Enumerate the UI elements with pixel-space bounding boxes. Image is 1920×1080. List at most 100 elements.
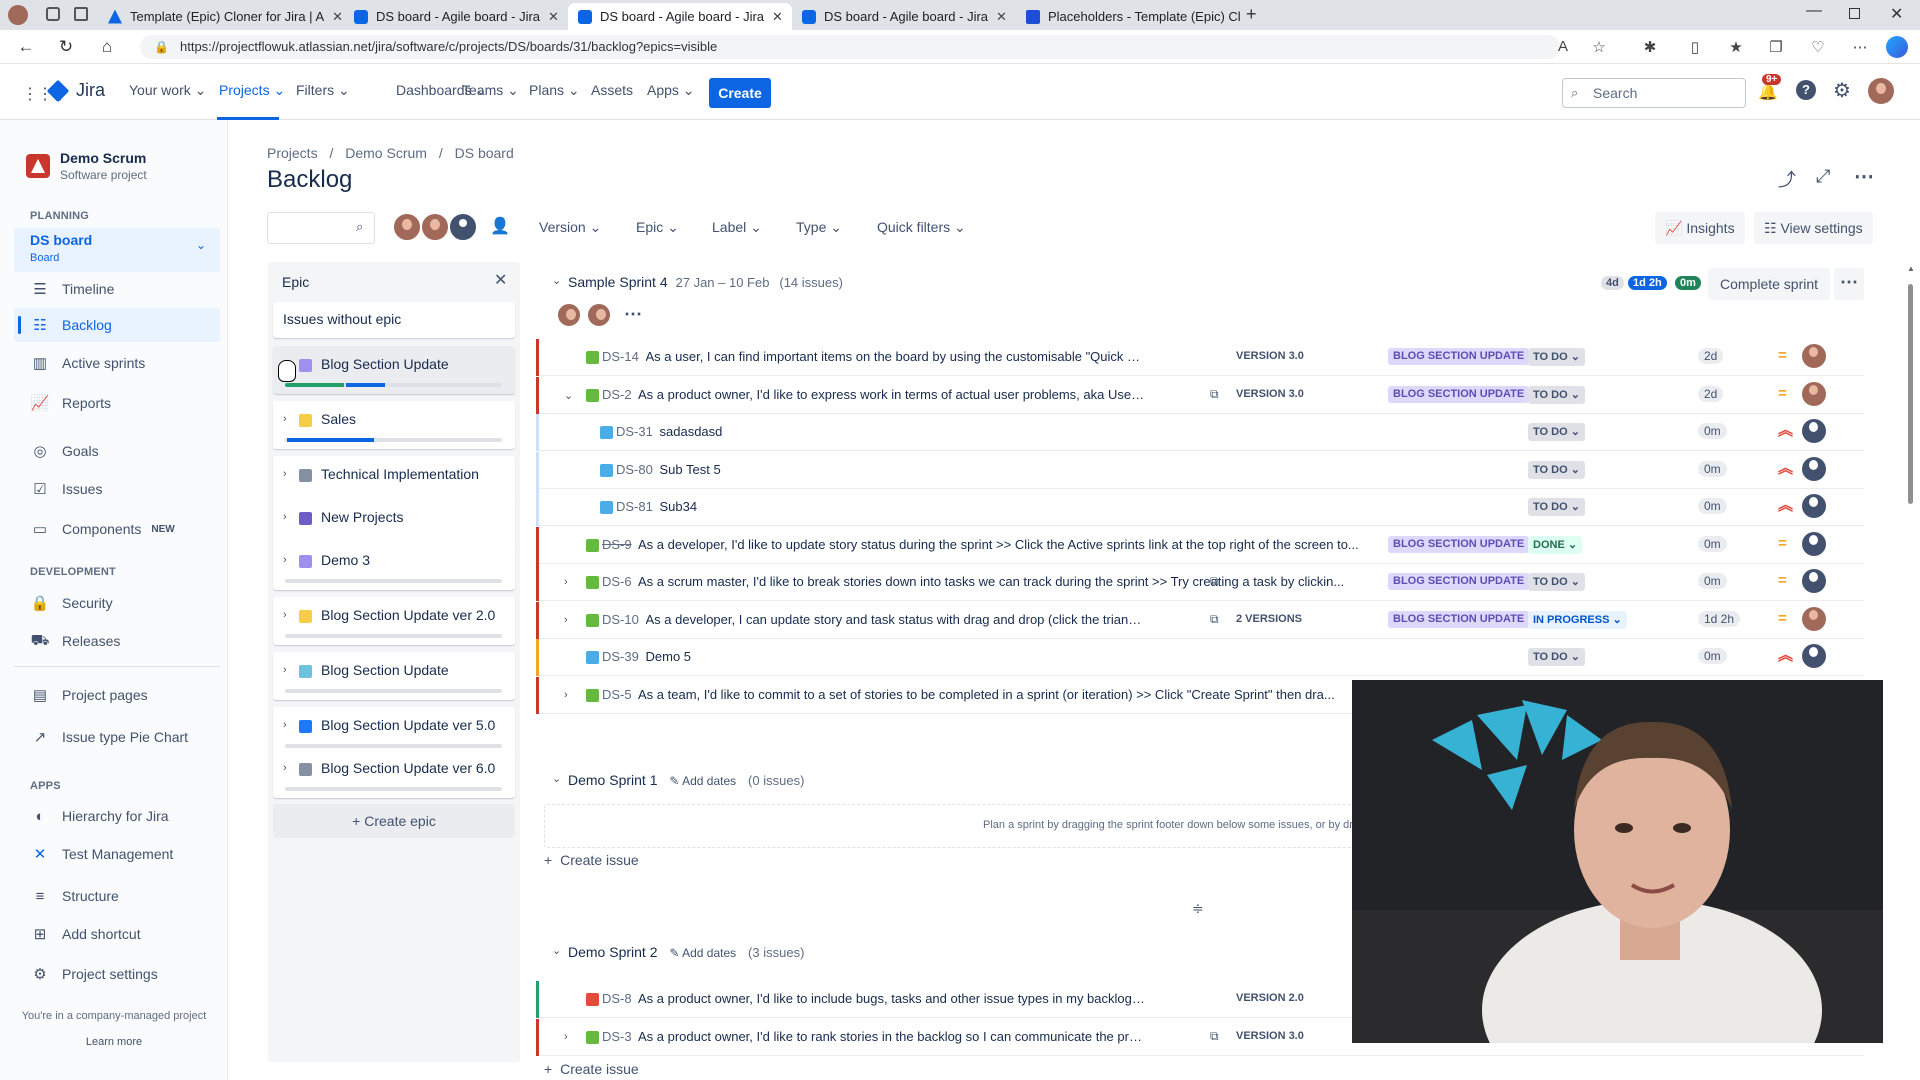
epic-item[interactable]: › Demo 3 <box>273 542 515 590</box>
add-people-icon[interactable]: 👤 <box>490 216 510 236</box>
nav-filters[interactable]: Filters ⌄ <box>296 82 350 99</box>
assignee[interactable] <box>1802 606 1826 631</box>
workspaces-icon[interactable] <box>46 7 60 21</box>
chevron-right-icon[interactable]: › <box>283 664 287 676</box>
issue-row[interactable]: ⌄ DS-2 As a product owner, I'd like to exp… <box>536 376 1864 414</box>
sidebar-item-hierarchy[interactable]: ◐ Hierarchy for Jira <box>30 803 168 829</box>
sidebar-item-security[interactable]: 🔒 Security <box>30 590 113 616</box>
issue-row[interactable]: › DS-10 As a developer, I can update story… <box>536 601 1864 639</box>
assignee[interactable] <box>1802 569 1826 593</box>
close-window-icon[interactable]: ✕ <box>1890 4 1903 24</box>
nav-plans[interactable]: Plans ⌄ <box>529 82 580 99</box>
issues-without-epic[interactable]: Issues without epic <box>273 302 515 338</box>
status-dropdown[interactable]: DONE ⌄ <box>1528 535 1583 554</box>
sprint2-collapse-chevron[interactable]: ⌄ <box>552 944 561 957</box>
help-icon[interactable]: ? <box>1796 80 1816 100</box>
issue-key[interactable]: DS-2 <box>602 387 632 402</box>
sidebar-item-structure[interactable]: ≡ Structure <box>30 883 119 909</box>
drag-handle-icon[interactable]: ≑ <box>1192 900 1204 917</box>
sidebar-item-releases[interactable]: ⛟ Releases <box>30 628 121 654</box>
epic-item[interactable]: › Blog Section Update ver 5.0 <box>273 707 515 755</box>
assignee[interactable] <box>1802 344 1826 368</box>
sprint4-collapse-chevron[interactable]: ⌄ <box>552 274 561 287</box>
user-avatar[interactable] <box>1868 78 1894 104</box>
sidebar-item-test-management[interactable]: ✕ Test Management <box>30 841 174 867</box>
sidebar-item-issues[interactable]: ☑ Issues <box>30 476 102 502</box>
epic-lozenge[interactable]: BLOG SECTION UPDATE <box>1388 385 1530 403</box>
nav-projects[interactable]: Projects ⌄ <box>219 82 285 99</box>
profile-avatar[interactable] <box>8 5 28 25</box>
sidebar-item-components[interactable]: ▭ Components NEW <box>30 516 175 542</box>
assignee[interactable] <box>1802 644 1826 668</box>
nav-assets[interactable]: Assets <box>591 82 633 98</box>
filter-epic[interactable]: Epic ⌄ <box>636 219 679 236</box>
view-settings-button[interactable]: ☷ View settings <box>1754 212 1873 244</box>
assignee[interactable] <box>1802 381 1826 406</box>
issue-key[interactable]: DS-10 <box>602 612 639 627</box>
nav-your-work[interactable]: Your work ⌄ <box>129 82 206 99</box>
filter-version[interactable]: Version ⌄ <box>539 219 601 236</box>
epic-item[interactable]: › Technical Implementation <box>273 456 515 504</box>
epic-item[interactable]: › Sales <box>273 401 515 449</box>
expand-chevron-icon[interactable]: › <box>564 576 568 588</box>
favorite-star-icon[interactable]: ☆ <box>1589 38 1609 56</box>
issue-row[interactable]: DS-31 sadasdasd TO DO ⌄ 0m ︽ <box>536 414 1864 451</box>
more-menu-icon[interactable]: ⋯ <box>1850 38 1870 56</box>
sprint1-create-issue[interactable]: + Create issue <box>544 852 639 868</box>
epic-item[interactable]: › Blog Section Update ver 2.0 <box>273 597 515 645</box>
create-epic-button[interactable]: + Create epic <box>273 804 515 838</box>
issue-row[interactable]: › DS-6 As a scrum master, I'd like to brea… <box>536 564 1864 601</box>
fullscreen-icon[interactable]: ⤢ <box>1816 166 1830 187</box>
sidebar-item-timeline[interactable]: ☰ Timeline <box>30 276 114 302</box>
issue-key[interactable]: DS-39 <box>602 649 639 664</box>
back-icon[interactable]: ← <box>15 37 37 57</box>
expand-chevron-icon[interactable]: ⌄ <box>564 389 573 402</box>
create-button[interactable]: Create <box>709 78 771 108</box>
sidebar-item-reports[interactable]: 📈 Reports <box>30 390 111 416</box>
sidebar-item-add-shortcut[interactable]: ⊞ Add shortcut <box>30 921 141 947</box>
expand-chevron-icon[interactable]: › <box>564 1031 568 1043</box>
issue-key[interactable]: DS-5 <box>602 687 632 702</box>
sprint-member-avatar-1[interactable] <box>556 302 582 328</box>
minimize-icon[interactable]: — <box>1806 2 1822 20</box>
issue-key[interactable]: DS-31 <box>616 424 653 439</box>
issue-row[interactable]: DS-9 As a developer, I'd like to update s… <box>536 526 1864 564</box>
close-tab-icon[interactable]: ✕ <box>324 9 343 25</box>
sidebar-item-pie-chart[interactable]: ↗ Issue type Pie Chart <box>30 724 188 750</box>
sprint2-add-dates[interactable]: ✎ Add dates <box>669 946 736 960</box>
browser-tab-5[interactable]: Placeholders - Template (Epic) Cl✕ <box>1016 3 1240 30</box>
sidebar-item-project-settings[interactable]: ⚙ Project settings <box>30 961 157 987</box>
scroll-thumb[interactable] <box>1908 284 1913 504</box>
nav-teams[interactable]: Teams ⌄ <box>462 82 519 99</box>
new-tab-icon[interactable]: + <box>1246 4 1257 25</box>
notifications-icon[interactable]: 🔔 <box>1758 82 1778 102</box>
tab-actions-icon[interactable] <box>74 7 88 21</box>
favorites-icon[interactable]: ★ <box>1726 38 1746 56</box>
issue-row[interactable]: DS-14 As a user, I can find important ite… <box>536 339 1864 376</box>
learn-more-link[interactable]: Learn more <box>0 1036 228 1048</box>
close-icon[interactable]: ✕ <box>494 270 507 290</box>
sidebar-item-active-sprints[interactable]: ▥ Active sprints <box>30 350 145 376</box>
status-dropdown[interactable]: TO DO ⌄ <box>1528 648 1585 666</box>
sprint-members-more-icon[interactable]: ⋯ <box>624 304 642 325</box>
maximize-icon[interactable] <box>1849 8 1860 19</box>
breadcrumb-projects[interactable]: Projects <box>267 145 318 161</box>
sprint-member-avatar-2[interactable] <box>586 302 612 328</box>
filter-quick-filters[interactable]: Quick filters ⌄ <box>877 219 966 236</box>
sprint2-create-issue[interactable]: + Create issue <box>544 1061 639 1077</box>
breadcrumb-board[interactable]: DS board <box>455 145 514 161</box>
browser-tab-2[interactable]: DS board - Agile board - Jira ✕ <box>344 3 564 30</box>
search-input[interactable]: ⌕ Search <box>1562 78 1746 108</box>
complete-sprint-button[interactable]: Complete sprint <box>1708 268 1831 300</box>
browser-tab-1[interactable]: Template (Epic) Cloner for Jira | A ✕ <box>98 3 344 30</box>
url-field[interactable]: 🔒 https://projectflowuk.atlassian.net/jir… <box>140 35 1560 59</box>
issue-key[interactable]: DS-9 <box>602 537 632 552</box>
share-icon[interactable]: ⤴ <box>1778 166 1796 192</box>
expand-chevron-icon[interactable]: › <box>564 614 568 626</box>
chevron-right-icon[interactable]: › <box>283 511 287 523</box>
chevron-right-icon[interactable]: › <box>283 762 287 774</box>
scroll-up-arrow-icon[interactable]: ▲ <box>1907 264 1915 273</box>
assignee[interactable] <box>1802 531 1826 556</box>
insights-button[interactable]: 📈 Insights <box>1655 212 1745 244</box>
close-tab-icon[interactable]: ✕ <box>540 9 559 25</box>
